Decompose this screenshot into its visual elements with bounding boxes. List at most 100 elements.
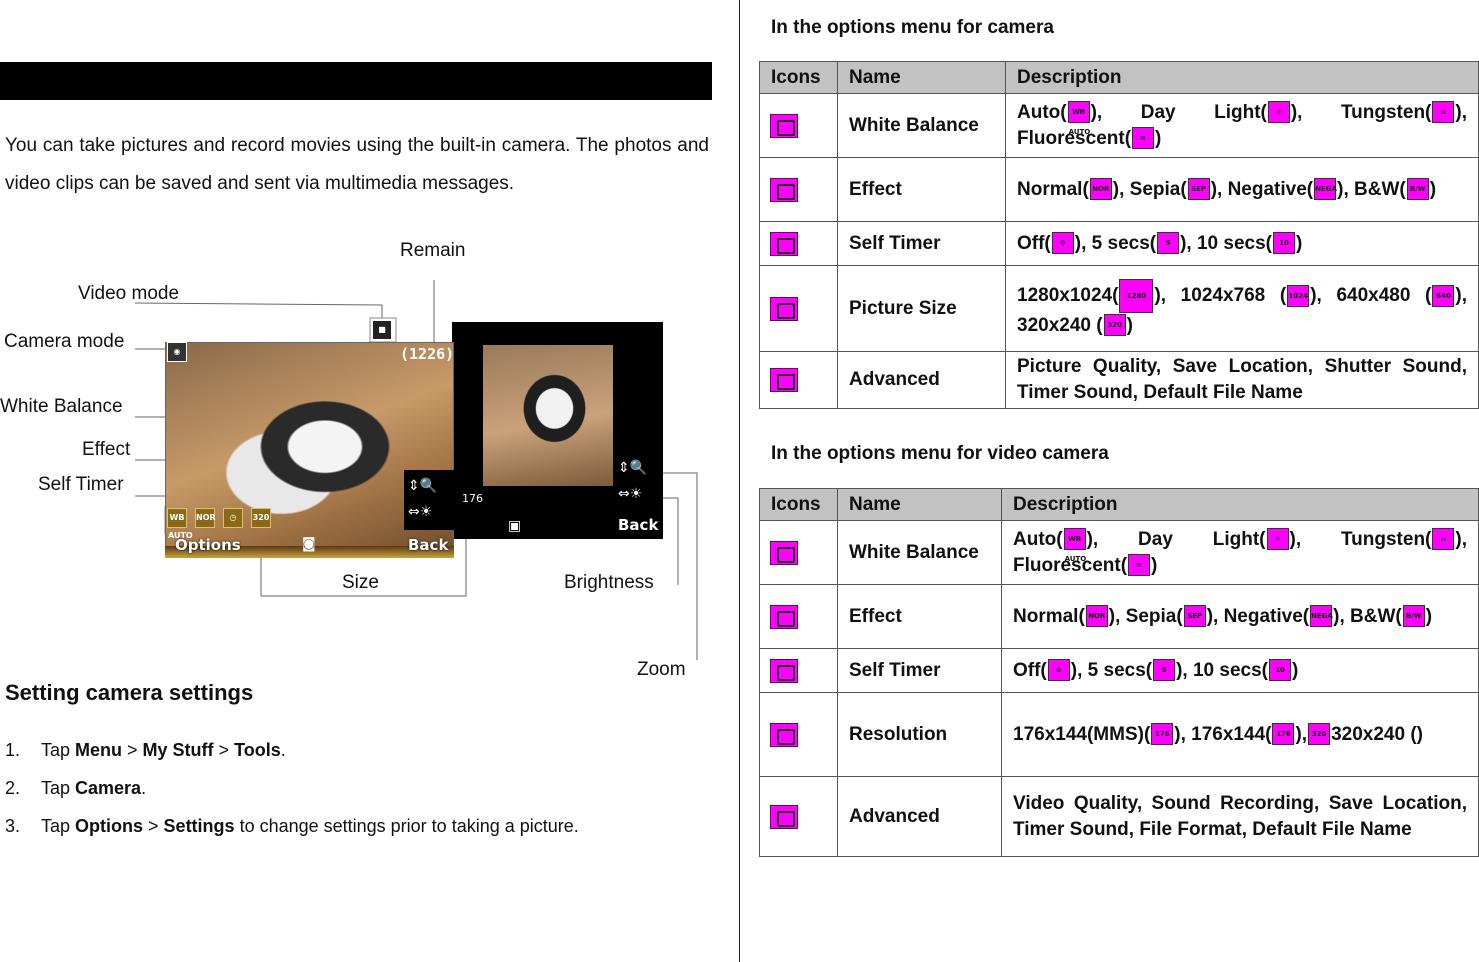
- effect-icon: NOR: [195, 508, 216, 528]
- name-cell: Self Timer: [837, 221, 1006, 266]
- description-text: ), 5 secs(: [1070, 659, 1153, 681]
- self-timer-icon: [770, 231, 798, 256]
- description-cell: Normal(NOR), Sepia(SEP), Negative(NEGA),…: [1005, 157, 1479, 222]
- icon-cell: [759, 776, 838, 857]
- icon-cell: [759, 520, 838, 585]
- description-cell: Auto(WB AUTO), Day Light(☼), Tungsten(⌂)…: [1005, 93, 1479, 158]
- self-timer-icon: [770, 658, 798, 683]
- size-icon: 320: [251, 508, 271, 528]
- option-icon: 1024: [1287, 284, 1310, 307]
- option-icon: ☼: [1266, 528, 1289, 551]
- option-icon: ☼: [1267, 101, 1290, 124]
- option-icon: ⌂: [1432, 528, 1455, 551]
- white-balance-icon: [770, 540, 798, 565]
- header-name: Name: [837, 61, 1006, 94]
- advanced-icon: [770, 368, 798, 392]
- camera-screen-figure: Remain Video mode Camera mode White Bala…: [0, 230, 712, 680]
- description-text: ), 10 secs(: [1180, 232, 1272, 254]
- header-icons: Icons: [759, 61, 838, 94]
- callout-effect: Effect: [82, 439, 131, 460]
- table-row: Picture Size 1280x1024(1280), 1024x768 (1…: [759, 265, 1479, 352]
- table-row: Effect Normal(NOR), Sepia(SEP), Negative(…: [759, 584, 1479, 649]
- table-row: White Balance Auto(WB AUTO), Day Light(☼)…: [759, 520, 1479, 585]
- video-mode-icon: ■: [372, 320, 392, 340]
- table-row: Advanced Picture Quality, Save Location, …: [759, 351, 1479, 409]
- table-row: White Balance Auto(WB AUTO), Day Light(☼)…: [759, 93, 1479, 158]
- step-item: 2. Tap Camera.: [5, 778, 147, 798]
- description-text: 320x240 (: [1331, 723, 1417, 745]
- left-page: You can take pictures and record movies …: [0, 0, 740, 962]
- description-text: ): [1126, 314, 1133, 336]
- option-icon: B/W: [1406, 178, 1429, 201]
- description-cell: Off(⊘), 5 secs(5), 10 secs(10): [1005, 221, 1479, 266]
- name-cell: Effect: [837, 584, 1002, 649]
- video-preview-photo: [483, 345, 613, 486]
- resolution-icon: [770, 722, 798, 747]
- description-text: Normal(: [1013, 605, 1085, 627]
- effect-icon: [770, 177, 798, 202]
- description-text: ): [1416, 723, 1423, 745]
- description-text: ), 1024x768 (: [1154, 284, 1287, 306]
- table-row: Effect Normal(NOR), Sepia(SEP), Negative(…: [759, 157, 1479, 222]
- description-text: ): [1292, 659, 1299, 681]
- description-text: ), Day Light(: [1086, 528, 1266, 550]
- options-softkey[interactable]: Options: [175, 536, 241, 554]
- option-icon: NEGA: [1310, 605, 1333, 628]
- option-icon: NOR: [1089, 178, 1112, 201]
- self-timer-icon: ◷: [223, 508, 243, 528]
- description-text: ),: [1295, 723, 1308, 745]
- option-icon: WB AUTO: [1063, 528, 1086, 563]
- option-icon: B/W: [1402, 605, 1425, 628]
- camera-options-title: In the options menu for camera: [771, 17, 1054, 38]
- description-text: ), 176x144(: [1174, 723, 1272, 745]
- option-icon: 176: [1272, 723, 1295, 746]
- name-cell: Self Timer: [837, 648, 1002, 693]
- page-divider: [739, 0, 740, 962]
- icon-cell: [759, 265, 838, 352]
- table-row: Advanced Video Quality, Sound Recording, …: [759, 776, 1479, 857]
- intro-paragraph: You can take pictures and record movies …: [5, 135, 709, 194]
- name-cell: Picture Size: [837, 265, 1006, 352]
- steps-list: 1. Tap Menu > My Stuff > Tools. 2. Tap Cam…: [5, 732, 579, 846]
- callout-camera-mode: Camera mode: [4, 331, 125, 352]
- record-mode-icon: ▣: [508, 518, 522, 534]
- brightness-icon: ⇔☀: [618, 486, 643, 502]
- white-balance-icon: [770, 113, 798, 138]
- description-text: 176x144(MMS)(: [1013, 723, 1151, 745]
- name-cell: Advanced: [837, 351, 1006, 409]
- option-icon: SEP: [1187, 178, 1210, 201]
- icon-cell: [759, 351, 838, 409]
- description-text: ), Tungsten(: [1290, 101, 1432, 123]
- description-text: ), B&W(: [1337, 178, 1406, 200]
- callout-video-mode: Video mode: [78, 283, 180, 304]
- option-icon: ≡: [1132, 127, 1155, 150]
- zoom-icon: ⇕🔍: [618, 460, 648, 476]
- description-text: ), Negative(: [1206, 605, 1310, 627]
- description-cell: Off(⊘), 5 secs(5), 10 secs(10): [1001, 648, 1479, 693]
- option-icon: NEGA: [1314, 178, 1337, 201]
- back-softkey-rear[interactable]: Back: [618, 516, 658, 534]
- back-softkey[interactable]: Back: [408, 536, 448, 554]
- description-text: ), Tungsten(: [1289, 528, 1432, 550]
- option-icon: 1280: [1119, 278, 1154, 313]
- description-cell: 1280x1024(1280), 1024x768 (1024), 640x48…: [1005, 265, 1479, 352]
- brightness-icon-front: ⇔☀: [408, 504, 433, 520]
- name-cell: White Balance: [837, 93, 1006, 158]
- description-text: ): [1155, 127, 1162, 149]
- description-text: ): [1296, 232, 1303, 254]
- step-item: 3. Tap Options > Settings to change setti…: [5, 816, 579, 836]
- icon-cell: [759, 584, 838, 649]
- table-row: Resolution 176x144(MMS)(176), 176x144(176…: [759, 692, 1479, 777]
- shutter-icon[interactable]: ◙: [302, 536, 316, 552]
- table-row: Self Timer Off(⊘), 5 secs(5), 10 secs(10): [759, 648, 1479, 693]
- icon-cell: [759, 157, 838, 222]
- video-options-title: In the options menu for video camera: [771, 443, 1109, 464]
- option-icon: ⊘: [1051, 232, 1074, 255]
- description-text: Off(: [1013, 659, 1047, 681]
- callout-zoom: Zoom: [637, 659, 686, 680]
- description-text: ): [1151, 554, 1158, 576]
- name-cell: Resolution: [837, 692, 1002, 777]
- description-cell: 176x144(MMS)(176), 176x144(176), 320 320x2…: [1001, 692, 1479, 777]
- picture-size-icon: [770, 296, 798, 321]
- callout-white-balance: White Balance: [0, 396, 123, 417]
